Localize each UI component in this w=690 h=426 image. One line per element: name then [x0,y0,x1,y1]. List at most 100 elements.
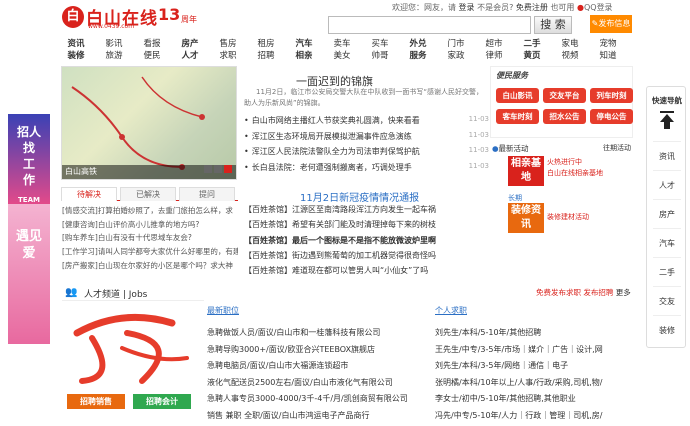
nav-link[interactable]: 知道 [592,50,624,62]
nav-link[interactable]: 买车 [364,38,396,50]
recruit-ad[interactable]: 招人 找工作 TEAM [8,114,50,204]
resume-title[interactable]: 个人求职 [435,305,467,316]
more-link[interactable]: 更多 [616,288,631,297]
job-item[interactable]: 急聘做饭人员/面议/白山市和一桂藩科技有限公司 [207,327,429,344]
forum-item[interactable]: 【百姓茶馆】难道现在都可以管男人叫“小仙女”了吗 [244,265,489,280]
back-to-top-icon[interactable] [660,111,674,129]
news-title[interactable]: 浑江区生态环境局开展模拟泄漏事件应急演练 [252,132,412,141]
quick-nav-item[interactable]: 房产 [647,209,687,220]
left-float-ad[interactable]: 招人 找工作 TEAM 遇见 爱 [8,114,50,344]
register-link[interactable]: 免费注册 [516,3,548,12]
news-title[interactable]: 白山市网络主播红人节获奖典礼圆满，快来看看 [252,116,420,125]
nav-link[interactable]: 影讯 [98,38,130,50]
qa-tab[interactable]: 提问 [179,187,235,201]
service-button[interactable]: 白山影讯 [496,88,539,103]
service-button[interactable]: 列车时刻 [590,88,633,103]
nav-link[interactable]: 家电 [554,38,586,50]
nav-link[interactable]: 服务 [402,50,434,62]
resume-item[interactable]: 张明橘/本科/10年以上/人事/行政/采购,司机,物/ [435,377,640,394]
slide-dot[interactable] [214,165,222,173]
nav-link[interactable]: 房产 [174,38,206,50]
job-item[interactable]: 急聘导购3000+/面议/欧亚合兴TEEBOX旗舰店 [207,344,429,361]
slide-dot[interactable] [204,165,212,173]
talent-ad-image[interactable] [62,303,195,387]
slide-dot-active[interactable] [224,165,232,173]
nav-link[interactable]: 售房 [212,38,244,50]
nav-link[interactable]: 门市 [440,38,472,50]
latest-jobs-title[interactable]: 最新职位 [207,305,239,316]
service-button[interactable]: 招水公告 [543,109,586,124]
news-title[interactable]: 浑江区人民法院法警队全力为司法审判保驾护航 [252,147,420,156]
quick-nav-item[interactable]: 二手 [647,267,687,278]
qa-tab[interactable]: 待解决 [61,187,117,201]
nav-link[interactable]: 相亲 [288,50,320,62]
qq-login-link[interactable]: QQ登录 [584,3,613,12]
recruit-accountant-button[interactable]: 招聘会计 [133,394,191,409]
job-item[interactable]: 急聘电脑员/面议/白山市大福源连锁超市 [207,360,429,377]
nav-link[interactable]: 宠物 [592,38,624,50]
past-activity-link[interactable]: 往期活动 [603,143,631,153]
nav-link[interactable]: 卖车 [326,38,358,50]
featured-photo[interactable]: 白山高铁 [61,66,237,180]
activity-dating-badge[interactable]: 相亲基地 [508,156,544,186]
nav-link[interactable]: 黄页 [516,50,548,62]
job-item[interactable]: 急聘人事专员3000-4000/3千-4千/月/凯创商贸有限公司 [207,393,429,410]
service-button[interactable]: 停电公告 [590,109,633,124]
forum-item[interactable]: 【百姓茶馆】江源区至南湾路段浑江方向发生一起车祸 [244,204,489,219]
forum-title[interactable]: 街边遇到熊葡萄的加工机器觉得很奇怪吗 [292,251,436,260]
nav-link[interactable]: 招聘 [250,50,282,62]
search-input[interactable] [328,16,531,34]
qa-item[interactable]: [购车养车]白山有没有十代思域车友会? [62,232,238,246]
quick-nav-item[interactable]: 交友 [647,296,687,307]
quick-nav-item[interactable]: 资讯 [647,151,687,162]
quick-nav-item[interactable]: 人才 [647,180,687,191]
resume-item[interactable]: 李女士/初中/5-10年/其他招聘,其他职业 [435,393,640,410]
activity-deco-desc[interactable]: 装修建材活动 [547,212,589,222]
nav-link[interactable]: 人才 [174,50,206,62]
forum-tag[interactable]: 【百姓茶馆】 [244,205,292,214]
recruit-sales-button[interactable]: 招聘销售 [67,394,125,409]
quick-nav-item[interactable]: 汽车 [647,238,687,249]
resume-item[interactable]: 刘先生/本科/3-5年/网络｜通信｜电子 [435,360,640,377]
search-button[interactable]: 搜 索 [534,16,572,34]
login-link[interactable]: 登录 [459,3,475,12]
news-item[interactable]: •浑江区生态环境局开展模拟泄漏事件应急演练11-03 [244,131,489,147]
quick-nav-item[interactable]: 装修 [647,325,687,336]
nav-link[interactable]: 装修 [60,50,92,62]
qa-item[interactable]: [房产搬家]白山现在尔家好的小区是哪个吗？求大神 [62,260,238,274]
job-item[interactable]: 销售 兼职 全职/面议/白山市鸿运电子产品商行 [207,410,429,426]
forum-title[interactable]: 难道现在都可以管男人叫“小仙女”了吗 [292,266,428,275]
free-job-link[interactable]: 发布招聘 [583,288,613,297]
resume-item[interactable]: 刘先生/本科/5-10年/其他招聘 [435,327,640,344]
free-resume-link[interactable]: 免费发布求职 [536,288,581,297]
resume-item[interactable]: 冯先/中专/5-10年/人力｜行政｜管理｜司机,房/ [435,410,640,426]
service-button[interactable]: 客车时刻 [496,109,539,124]
forum-title[interactable]: 最后一个图标是不是指不能放微波炉里啊 [292,236,436,245]
qa-item[interactable]: [工作学习]请叫人同学都夸大家优什么好哪里的，有建议 [62,246,238,260]
nav-link[interactable]: 超市 [478,38,510,50]
nav-link[interactable]: 律师 [478,50,510,62]
activity-dating-desc[interactable]: 白山在线相亲基地 [547,168,603,178]
forum-title[interactable]: 江源区至南湾路段浑江方向发生一起车祸 [292,205,436,214]
forum-title[interactable]: 希望有关部门能及时清理掉每下来的树枝 [292,220,436,229]
nav-link[interactable]: 租房 [250,38,282,50]
nav-link[interactable]: 看报 [136,38,168,50]
nav-link[interactable]: 二手 [516,38,548,50]
qa-tab[interactable]: 已解决 [120,187,176,201]
forum-tag[interactable]: 【百姓茶馆】 [244,220,292,229]
resume-item[interactable]: 王先生/中专/3-5年/市场｜媒介｜广告｜设计,网 [435,344,640,361]
news-item[interactable]: •浑江区人民法院法警队全力为司法审判保驾护航11-03 [244,146,489,162]
nav-link[interactable]: 帅哥 [364,50,396,62]
activity-deco-badge[interactable]: 装修资讯 [508,203,544,233]
nav-link[interactable]: 外兑 [402,38,434,50]
forum-tag[interactable]: 【百姓茶馆】 [244,251,292,260]
news-item[interactable]: •长白县法院：老何遭强制搬离者，巧调处理手11-03 [244,162,489,178]
qa-item[interactable]: [情感交流]打算拍婚纱照了，去重门旅拍怎么样，求 [62,205,238,219]
news-title[interactable]: 长白县法院：老何遭强制搬离者，巧调处理手 [252,163,412,172]
nav-link[interactable]: 汽车 [288,38,320,50]
nav-link[interactable]: 美女 [326,50,358,62]
nav-link[interactable]: 资讯 [60,38,92,50]
nav-link[interactable]: 便民 [136,50,168,62]
forum-item[interactable]: 【百姓茶馆】希望有关部门能及时清理掉每下来的树枝 [244,219,489,234]
forum-item[interactable]: 【百姓茶馆】街边遇到熊葡萄的加工机器觉得很奇怪吗 [244,250,489,265]
